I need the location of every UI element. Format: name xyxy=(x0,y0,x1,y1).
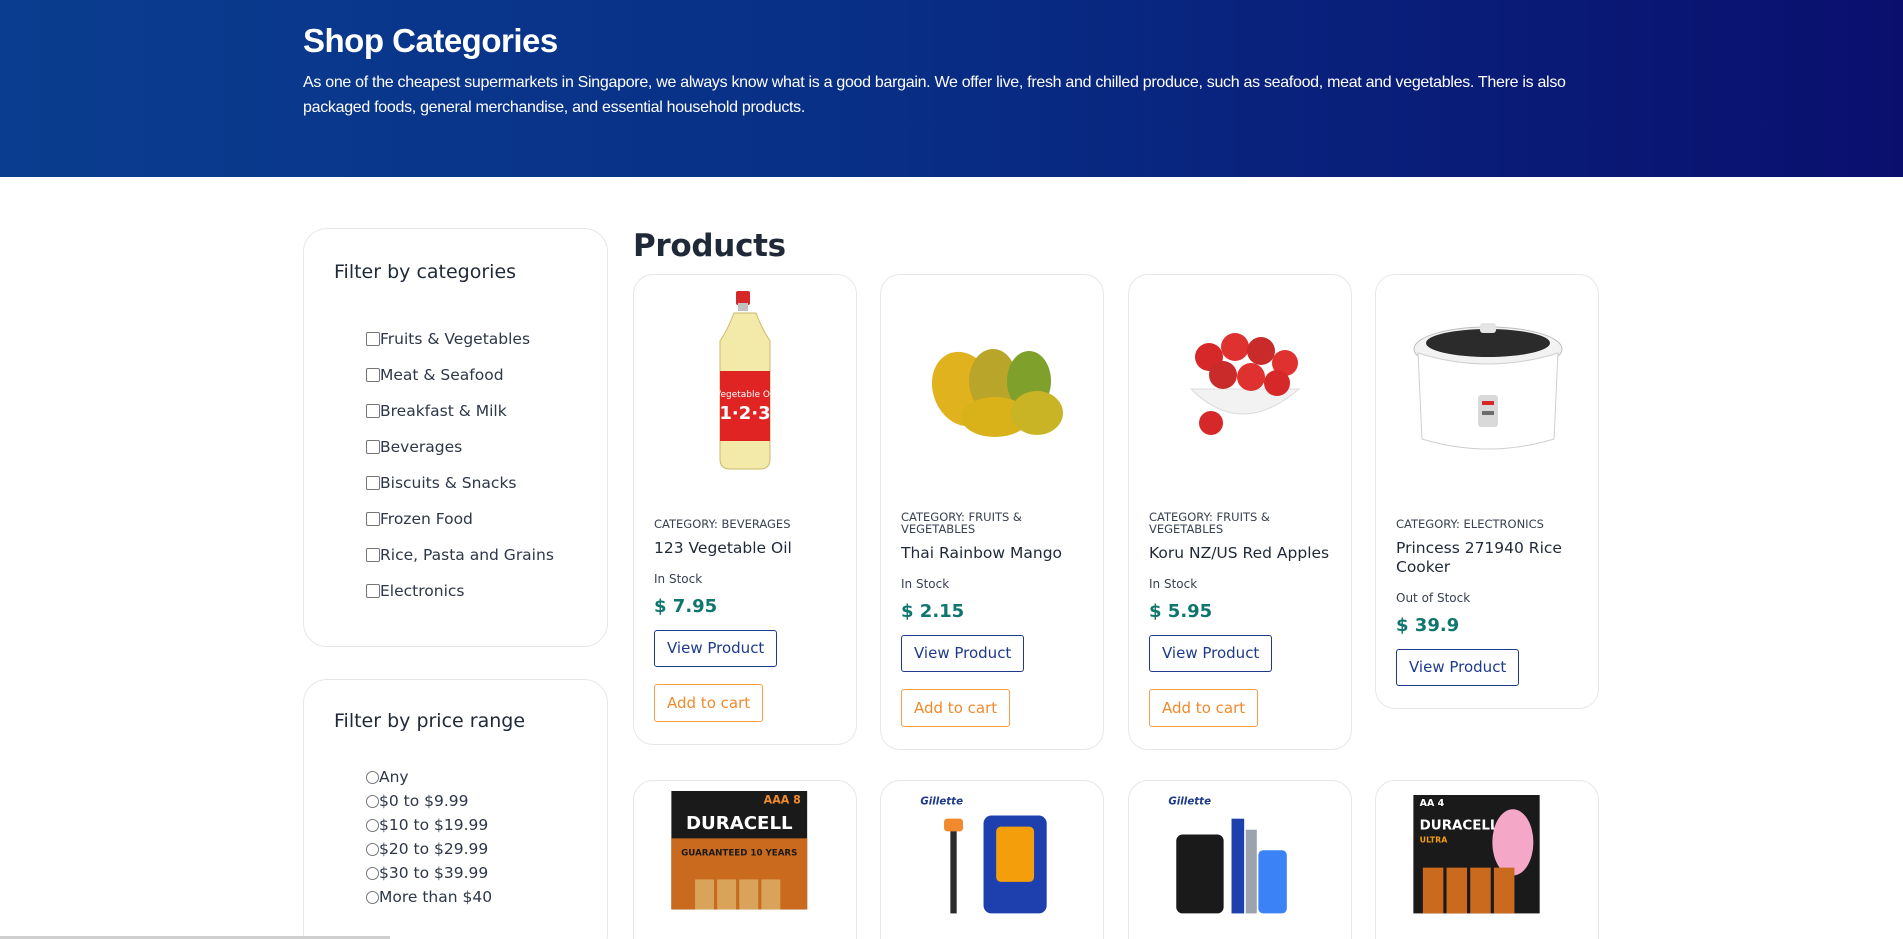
category-option[interactable]: Meat & Seafood xyxy=(366,357,554,393)
svg-text:Vegetable Oil: Vegetable Oil xyxy=(715,390,775,400)
guarantee-label: GUARANTEED 10 YEARS xyxy=(681,849,797,859)
checkbox[interactable] xyxy=(366,332,380,346)
category-filter-title: Filter by categories xyxy=(334,261,517,283)
add-to-cart-button[interactable]: Add to cart xyxy=(1149,689,1259,727)
stock-status: Out of Stock xyxy=(1396,591,1471,605)
product-card: Vegetable Oil 1·2·3 CATEGORY: BEVERAGES … xyxy=(633,274,857,745)
products-heading: Products xyxy=(633,228,786,264)
product-name: Princess 271940 Rice Cooker xyxy=(1396,539,1562,576)
product-name: Koru NZ/US Red Apples xyxy=(1149,544,1330,562)
product-card: CATEGORY: FRUITS & VEGETABLES Thai Rainb… xyxy=(880,274,1104,750)
brand-label: DURACELL xyxy=(686,813,793,834)
product-card: CATEGORY: ELECTRONICS Princess 271940 Ri… xyxy=(1375,274,1599,709)
view-product-button[interactable]: View Product xyxy=(654,630,778,667)
radio[interactable] xyxy=(366,818,379,832)
brand-label: Gillette xyxy=(1168,795,1211,807)
category-option[interactable]: Breakfast & Milk xyxy=(366,393,554,429)
brand-label: DURACELL xyxy=(1420,819,1499,834)
add-to-cart-button[interactable]: Add to cart xyxy=(901,689,1011,727)
checkbox[interactable] xyxy=(366,476,380,490)
radio[interactable] xyxy=(366,842,379,856)
checkbox[interactable] xyxy=(366,548,380,562)
checkbox[interactable] xyxy=(366,440,380,454)
category-option[interactable]: Electronics xyxy=(366,573,554,609)
stock-status: In Stock xyxy=(1149,577,1198,591)
radio[interactable] xyxy=(366,770,379,784)
pack-label: AA 4 xyxy=(1420,798,1445,809)
product-price: $ 2.15 xyxy=(901,601,965,622)
view-product-button[interactable]: View Product xyxy=(1149,635,1273,672)
price-option[interactable]: $20 to $29.99 xyxy=(366,837,492,861)
product-category: CATEGORY: FRUITS & VEGETABLES xyxy=(1149,510,1270,536)
product-image xyxy=(931,349,1063,437)
price-option[interactable]: $10 to $19.99 xyxy=(366,813,492,837)
price-option[interactable]: $0 to $9.99 xyxy=(366,789,492,813)
radio[interactable] xyxy=(366,866,379,880)
ultra-label: ULTRA xyxy=(1420,835,1449,844)
checkbox[interactable] xyxy=(366,584,380,598)
product-price: $ 7.95 xyxy=(654,596,718,617)
svg-text:1·2·3: 1·2·3 xyxy=(719,403,770,424)
hero-description: As one of the cheapest supermarkets in S… xyxy=(303,74,1566,116)
hero-banner: Shop Categories As one of the cheapest s… xyxy=(0,0,1903,177)
product-image xyxy=(1413,323,1563,450)
stock-status: In Stock xyxy=(654,572,703,586)
category-option[interactable]: Beverages xyxy=(366,429,554,465)
product-image: Gillette xyxy=(920,795,1047,914)
product-image: Vegetable Oil 1·2·3 xyxy=(715,291,775,470)
radio[interactable] xyxy=(366,794,379,808)
product-name: 123 Vegetable Oil xyxy=(654,539,792,557)
price-filter-title: Filter by price range xyxy=(334,710,526,732)
product-image xyxy=(1189,333,1301,435)
view-product-button[interactable]: View Product xyxy=(901,635,1025,672)
view-product-button[interactable]: View Product xyxy=(1396,649,1520,686)
product-card: Gillette xyxy=(1128,780,1352,939)
product-image: Gillette xyxy=(1168,795,1287,914)
price-option[interactable]: More than $40 xyxy=(366,885,492,909)
product-category: CATEGORY: FRUITS & VEGETABLES xyxy=(901,510,1022,536)
checkbox[interactable] xyxy=(366,512,380,526)
add-to-cart-button[interactable]: Add to cart xyxy=(654,684,764,722)
page-title: Shop Categories xyxy=(303,22,558,59)
checkbox[interactable] xyxy=(366,404,380,418)
stock-status: In Stock xyxy=(901,577,950,591)
product-price: $ 5.95 xyxy=(1149,601,1213,622)
radio[interactable] xyxy=(366,890,379,904)
pack-label: AAA 8 xyxy=(764,794,801,807)
category-option[interactable]: Rice, Pasta and Grains xyxy=(366,537,554,573)
product-card: AAA 8 DURACELL GUARANTEED 10 YEARS xyxy=(633,780,857,939)
price-filter-panel: Filter by price range Any $0 to $9.99 $1… xyxy=(303,679,608,939)
product-card: AA 4 DURACELL ULTRA xyxy=(1375,780,1599,939)
product-image: AA 4 DURACELL ULTRA xyxy=(1413,795,1540,914)
category-option[interactable]: Biscuits & Snacks xyxy=(366,465,554,501)
brand-label: Gillette xyxy=(920,795,963,807)
product-price: $ 39.9 xyxy=(1396,615,1460,636)
checkbox[interactable] xyxy=(366,368,380,382)
category-filter-panel: Filter by categories Fruits & Vegetables… xyxy=(303,228,608,647)
price-option[interactable]: Any xyxy=(366,765,492,789)
product-name: Thai Rainbow Mango xyxy=(901,544,1063,562)
product-card: CATEGORY: FRUITS & VEGETABLES Koru NZ/US… xyxy=(1128,274,1352,750)
category-option[interactable]: Fruits & Vegetables xyxy=(366,321,554,357)
category-option[interactable]: Frozen Food xyxy=(366,501,554,537)
product-image: AAA 8 DURACELL GUARANTEED 10 YEARS xyxy=(671,791,808,910)
category-filter-list: Fruits & Vegetables Meat & Seafood Break… xyxy=(366,321,554,609)
price-filter-list: Any $0 to $9.99 $10 to $19.99 $20 to $29… xyxy=(366,765,492,909)
product-category: CATEGORY: ELECTRONICS xyxy=(1396,517,1544,531)
price-option[interactable]: $30 to $39.99 xyxy=(366,861,492,885)
product-category: CATEGORY: BEVERAGES xyxy=(654,517,791,531)
product-card: Gillette xyxy=(880,780,1104,939)
